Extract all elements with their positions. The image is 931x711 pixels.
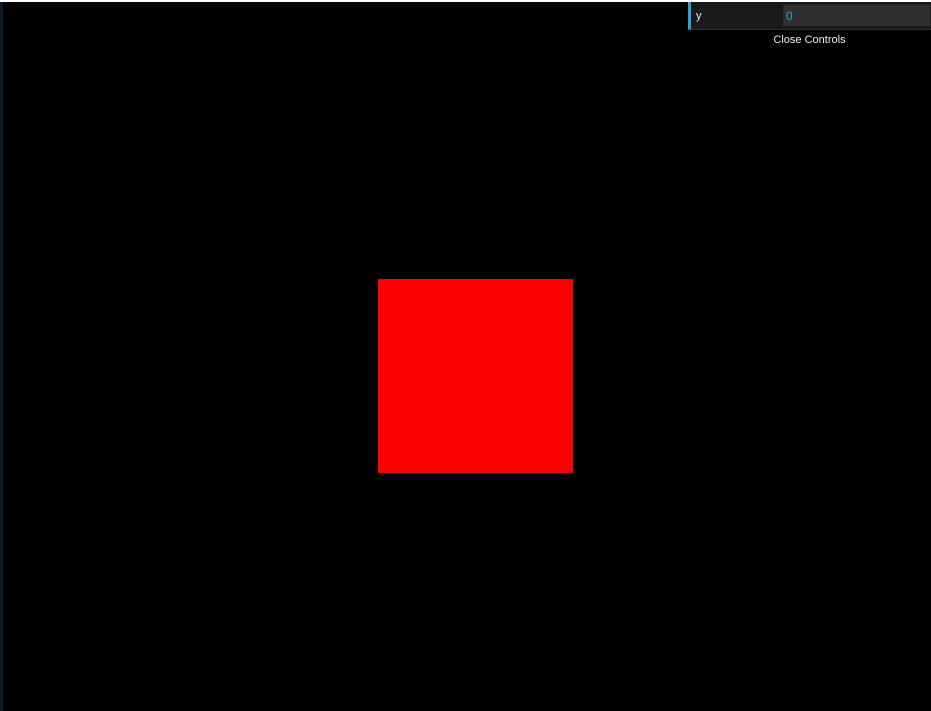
control-input-y[interactable] xyxy=(783,5,930,26)
red-square xyxy=(378,279,573,473)
render-canvas[interactable] xyxy=(3,2,931,711)
red-square-shape xyxy=(378,279,573,473)
control-label-y: y xyxy=(696,10,702,22)
controls-panel: y Close Controls xyxy=(688,2,931,50)
close-controls-button[interactable]: Close Controls xyxy=(688,30,931,50)
app-viewport: y Close Controls xyxy=(0,0,931,711)
control-row-y: y xyxy=(688,2,931,30)
